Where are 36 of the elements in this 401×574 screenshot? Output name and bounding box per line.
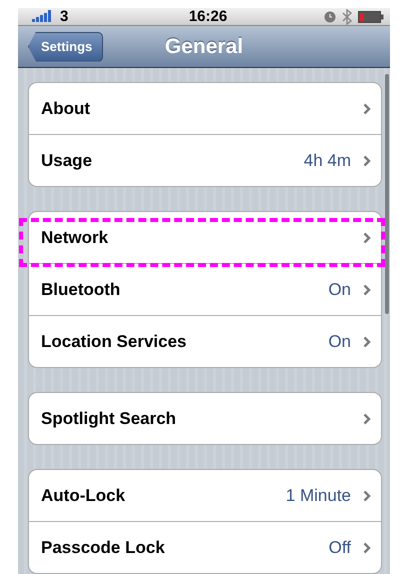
- battery-icon: [358, 10, 384, 22]
- alarm-clock-icon: [324, 10, 336, 22]
- settings-row[interactable]: Auto-Lock 1 Minute: [29, 470, 381, 522]
- settings-row[interactable]: Passcode Lock Off: [29, 522, 381, 573]
- row-label: About: [41, 98, 92, 118]
- row-label: Usage: [41, 150, 94, 170]
- row-value: On: [328, 332, 351, 352]
- chevron-icon: [363, 542, 371, 554]
- settings-row[interactable]: Network: [29, 212, 381, 264]
- status-time: 16:26: [188, 8, 228, 25]
- carrier-name: 3: [60, 8, 68, 25]
- chevron-icon: [363, 102, 371, 114]
- settings-row[interactable]: About: [29, 83, 381, 135]
- row-label: Bluetooth: [41, 280, 122, 300]
- chevron-icon: [363, 284, 371, 296]
- settings-row[interactable]: Location Services On: [29, 316, 381, 367]
- settings-row[interactable]: Bluetooth On: [29, 264, 381, 316]
- chevron-icon: [363, 232, 371, 244]
- row-value: On: [328, 280, 351, 300]
- row-label: Passcode Lock: [41, 538, 166, 558]
- screen-title: General: [164, 34, 244, 58]
- settings-row[interactable]: Spotlight Search: [29, 393, 381, 444]
- row-value: 4h 4m: [304, 150, 351, 170]
- chevron-icon: [363, 154, 371, 166]
- chevron-icon: [363, 412, 371, 424]
- back-button[interactable]: Settings: [28, 32, 104, 62]
- row-label: Network: [41, 228, 110, 248]
- row-value: Off: [328, 538, 351, 558]
- chevron-icon: [363, 336, 371, 348]
- row-label: Location Services: [41, 332, 188, 352]
- chevron-icon: [363, 490, 371, 502]
- row-value: 1 Minute: [286, 486, 351, 506]
- settings-row[interactable]: Usage 4h 4m: [29, 135, 381, 186]
- row-label: Auto-Lock: [41, 486, 126, 506]
- signal-icon: [32, 10, 54, 22]
- row-label: Spotlight Search: [41, 408, 178, 428]
